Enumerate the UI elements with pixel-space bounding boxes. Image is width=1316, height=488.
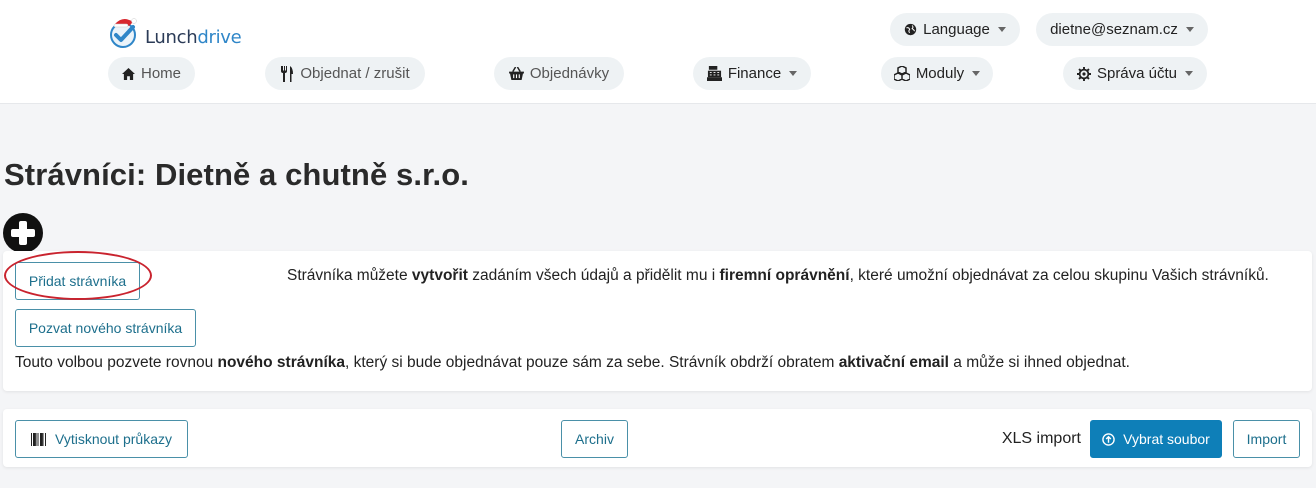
barcode-icon <box>31 432 46 446</box>
nav-finance-dropdown[interactable]: Finance <box>693 57 811 90</box>
cubes-icon <box>893 66 910 81</box>
language-label: Language <box>923 21 990 38</box>
nav-modules-label: Moduly <box>915 65 965 82</box>
upload-circle-icon <box>1102 432 1115 446</box>
language-dropdown[interactable]: Language <box>890 13 1020 46</box>
chevron-down-icon <box>972 71 981 76</box>
print-cards-label: Vytisknout průkazy <box>55 431 172 447</box>
nav-modules-dropdown[interactable]: Moduly <box>881 57 993 90</box>
xls-import-label: XLS import <box>1001 430 1081 447</box>
chevron-down-icon <box>997 27 1006 32</box>
utensils-icon <box>281 65 294 82</box>
nav-home[interactable]: Home <box>108 57 195 90</box>
plus-circle-icon[interactable] <box>3 213 43 253</box>
invite-diner-button[interactable]: Pozvat nového strávníka <box>15 309 196 347</box>
top-navbar: Lunchdrive Language dietne@seznam.cz Hom… <box>0 0 1316 104</box>
add-diner-button[interactable]: Přidat strávníka <box>15 262 140 300</box>
page-title: Strávníci: Dietně a chutně s.r.o. <box>4 157 469 192</box>
basket-icon <box>508 67 524 80</box>
home-icon <box>122 67 135 80</box>
chevron-down-icon <box>1185 71 1194 76</box>
chevron-down-icon <box>789 71 798 76</box>
logo-check-icon <box>110 18 137 48</box>
invite-diner-description: Touto volbou pozvete rovnou nového stráv… <box>15 354 1130 371</box>
choose-file-button[interactable]: Vybrat soubor <box>1090 420 1222 458</box>
lunchdrive-logo[interactable]: Lunchdrive <box>107 15 242 51</box>
globe-icon <box>904 23 917 36</box>
chevron-down-icon <box>1185 27 1194 32</box>
nav-account-dropdown[interactable]: Správa účtu <box>1063 57 1207 90</box>
nav-account-label: Správa účtu <box>1096 65 1178 82</box>
archive-button[interactable]: Archiv <box>561 420 628 458</box>
gear-icon <box>1076 66 1091 81</box>
nav-order[interactable]: Objednat / zrušit <box>265 57 425 90</box>
user-account-dropdown[interactable]: dietne@seznam.cz <box>1036 13 1208 46</box>
cash-register-icon <box>706 66 722 81</box>
user-email: dietne@seznam.cz <box>1050 21 1178 38</box>
print-cards-button[interactable]: Vytisknout průkazy <box>15 420 188 458</box>
nav-order-label: Objednat / zrušit <box>300 65 410 82</box>
nav-orders-label: Objednávky <box>529 65 610 82</box>
nav-home-label: Home <box>140 65 181 82</box>
nav-orders[interactable]: Objednávky <box>494 57 624 90</box>
choose-file-label: Vybrat soubor <box>1123 431 1210 447</box>
nav-finance-label: Finance <box>727 65 782 82</box>
import-button[interactable]: Import <box>1233 420 1300 458</box>
add-diner-description: Strávníka můžete vytvořit zadáním všech … <box>287 267 1269 284</box>
logo-text: Lunchdrive <box>145 27 242 48</box>
